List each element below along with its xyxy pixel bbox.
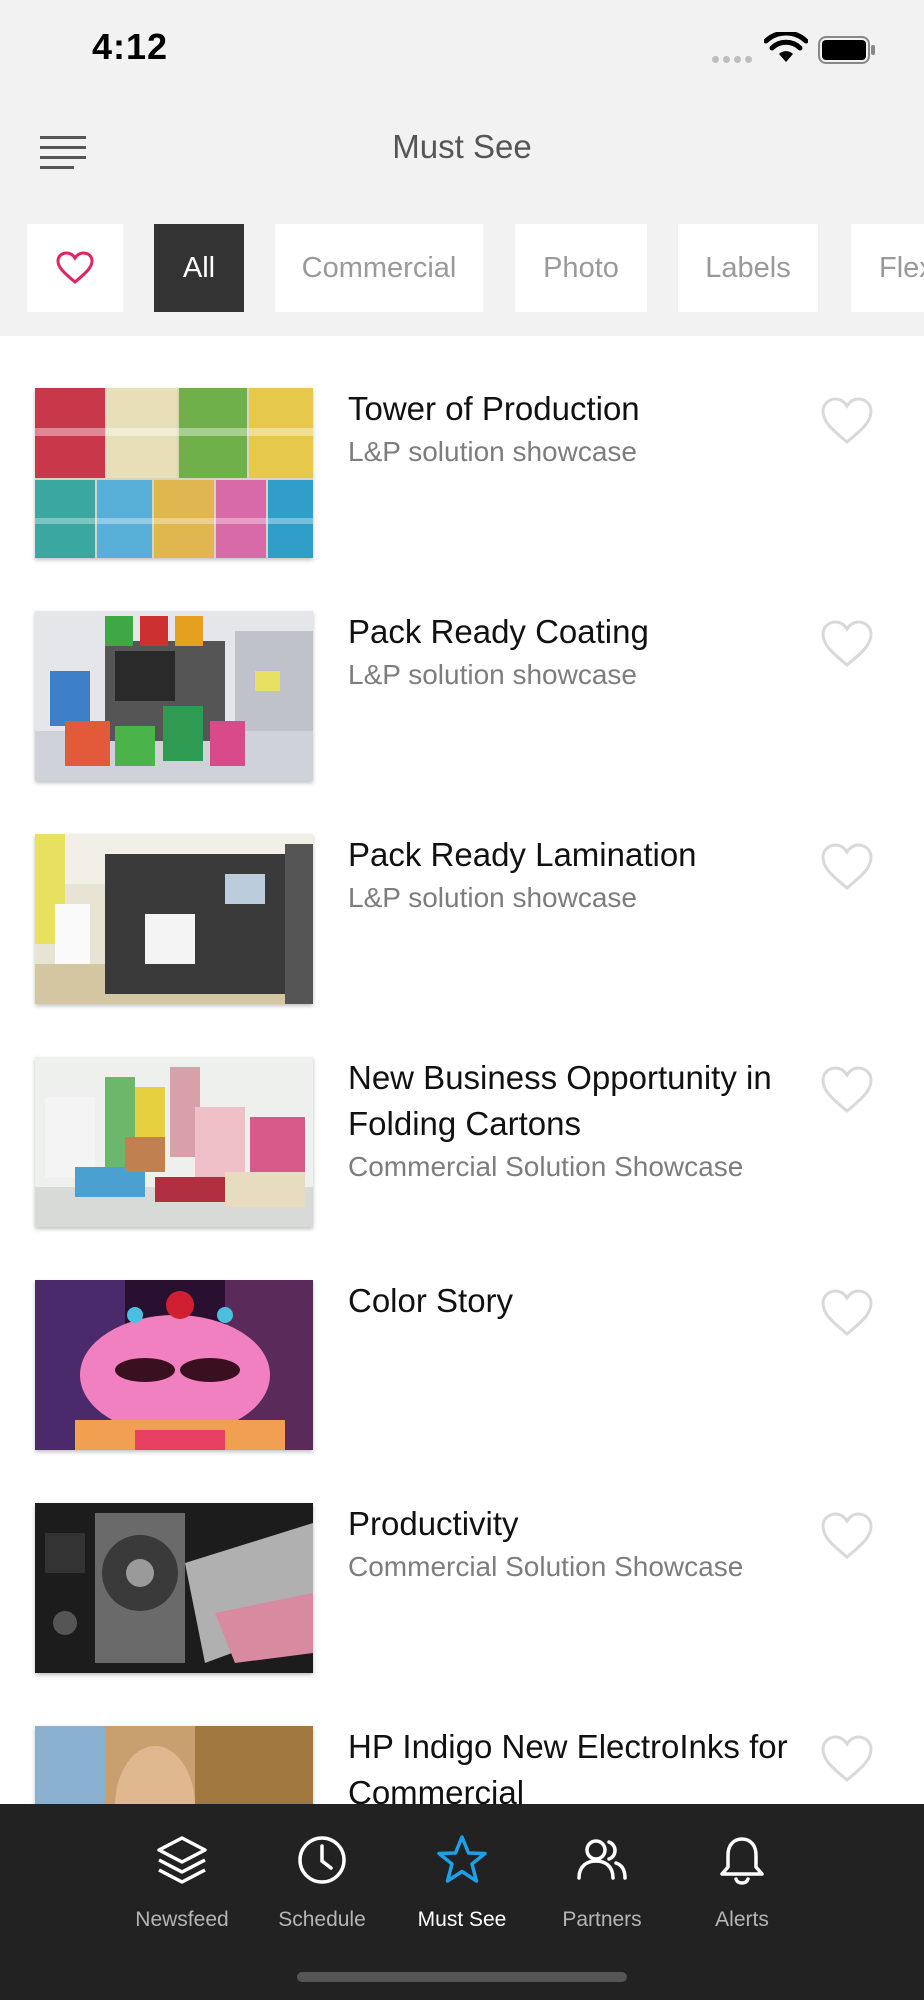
bottom-tab-bar: Newsfeed Schedule Must See Partners Aler… (0, 1804, 924, 2000)
tab-partners[interactable]: Partners (537, 1804, 667, 1954)
item-subtitle: L&P solution showcase (348, 882, 637, 913)
item-thumbnail (35, 1503, 313, 1673)
item-thumbnail (35, 388, 313, 558)
item-title-text: Productivity (348, 1505, 519, 1542)
star-icon (437, 1835, 487, 1883)
item-thumbnail (35, 1280, 313, 1450)
item-title: HP Indigo New ElectroInks for Commercial (348, 1724, 788, 1804)
status-bar: 4:12 (0, 0, 924, 100)
item-title-text: New Business Opportunity in Folding Cart… (348, 1059, 772, 1142)
wifi-icon (764, 32, 808, 62)
favorite-heart-icon[interactable] (820, 1734, 874, 1784)
item-title-text: HP Indigo New ElectroInks for Commercial (348, 1728, 788, 1804)
favorite-heart-icon[interactable] (820, 1511, 874, 1561)
list-item[interactable]: Color Story (0, 1228, 924, 1451)
favorite-heart-icon[interactable] (820, 619, 874, 669)
item-title: Color Story (348, 1278, 788, 1324)
item-subtitle: L&P solution showcase (348, 659, 637, 690)
item-thumbnail (35, 1726, 313, 1804)
item-title-text: Color Story (348, 1282, 514, 1319)
item-title: Pack Ready Coating L&P solution showcase (348, 609, 788, 695)
people-icon (577, 1839, 627, 1880)
must-see-list: Tower of Production L&P solution showcas… (0, 336, 924, 1804)
tab-must-see[interactable]: Must See (397, 1804, 527, 1954)
list-item[interactable]: Pack Ready Lamination L&P solution showc… (0, 782, 924, 1005)
tab-schedule[interactable]: Schedule (257, 1804, 387, 1954)
filter-chip-flex[interactable]: Flex (851, 224, 924, 312)
favorite-heart-icon[interactable] (820, 1288, 874, 1338)
item-thumbnail (35, 834, 313, 1004)
favorites-filter-chip[interactable] (27, 224, 123, 312)
favorite-heart-icon[interactable] (820, 1065, 874, 1115)
filter-chip-photo[interactable]: Photo (515, 224, 647, 312)
item-thumbnail (35, 611, 313, 781)
filter-chip-all[interactable]: All (154, 224, 244, 312)
tab-alerts[interactable]: Alerts (677, 1804, 807, 1954)
status-time: 4:12 (92, 26, 169, 67)
item-title: Productivity Commercial Solution Showcas… (348, 1501, 788, 1587)
favorite-heart-icon[interactable] (820, 396, 874, 446)
tab-newsfeed[interactable]: Newsfeed (117, 1804, 247, 1954)
list-item[interactable]: Pack Ready Coating L&P solution showcase (0, 559, 924, 782)
favorite-heart-icon[interactable] (820, 842, 874, 892)
tab-label: Must See (417, 1908, 507, 1931)
item-title-text: Pack Ready Lamination (348, 836, 697, 873)
item-title-text: Pack Ready Coating (348, 613, 649, 650)
filter-chip-labels[interactable]: Labels (678, 224, 818, 312)
list-item[interactable]: HP Indigo New ElectroInks for Commercial (0, 1674, 924, 1804)
cellular-signal-icon (712, 56, 752, 63)
home-indicator (297, 1972, 627, 1982)
tab-label: Newsfeed (135, 1908, 229, 1931)
item-title: New Business Opportunity in Folding Cart… (348, 1055, 788, 1187)
clock-icon (298, 1836, 346, 1884)
layers-icon (157, 1836, 207, 1884)
list-item[interactable]: Productivity Commercial Solution Showcas… (0, 1451, 924, 1674)
battery-icon (818, 36, 875, 64)
item-subtitle: Commercial Solution Showcase (348, 1551, 744, 1582)
item-subtitle: L&P solution showcase (348, 436, 637, 467)
item-title: Tower of Production L&P solution showcas… (348, 386, 788, 472)
tab-label: Alerts (715, 1908, 769, 1931)
header: Must See (0, 100, 924, 218)
list-item[interactable]: New Business Opportunity in Folding Cart… (0, 1005, 924, 1228)
tab-label: Schedule (278, 1908, 366, 1931)
item-thumbnail (35, 1057, 313, 1227)
filter-bar: All Commercial Photo Labels Flex (0, 218, 924, 336)
item-subtitle: Commercial Solution Showcase (348, 1151, 744, 1182)
tab-label: Partners (562, 1908, 642, 1931)
page-title: Must See (392, 128, 532, 165)
list-item[interactable]: Tower of Production L&P solution showcas… (0, 336, 924, 559)
bell-icon (720, 1837, 764, 1885)
item-title-text: Tower of Production (348, 390, 640, 427)
item-title: Pack Ready Lamination L&P solution showc… (348, 832, 788, 918)
heart-icon (56, 251, 94, 284)
filter-chip-commercial[interactable]: Commercial (275, 224, 483, 312)
